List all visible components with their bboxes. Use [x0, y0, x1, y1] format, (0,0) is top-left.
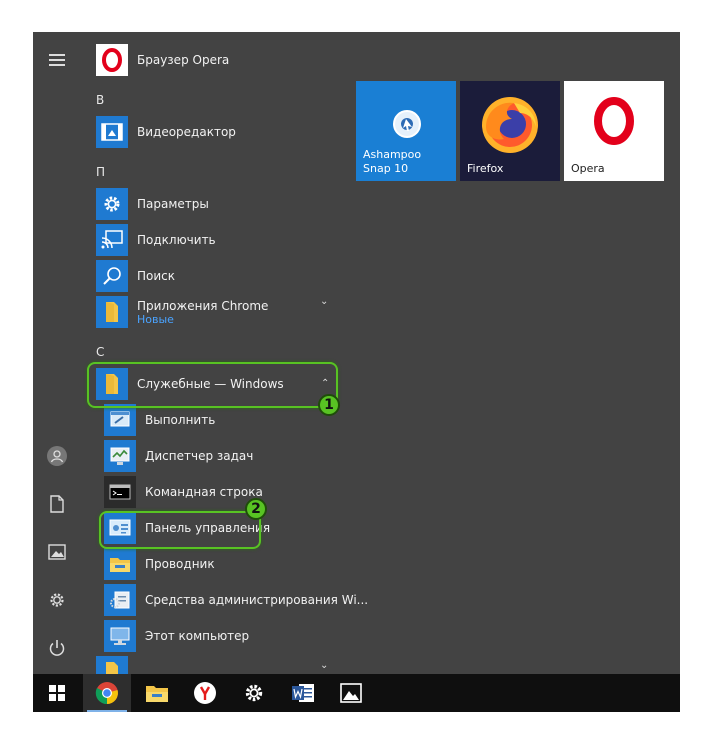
- start-button[interactable]: [33, 674, 81, 712]
- settings-rail-button[interactable]: [33, 576, 81, 624]
- taskbar-word[interactable]: [279, 674, 327, 712]
- taskbar-file-explorer[interactable]: [133, 674, 181, 712]
- tile-label: Firefox: [467, 162, 504, 175]
- app-label: Приложения Chrome: [137, 298, 269, 313]
- document-icon: [50, 495, 64, 513]
- app-item-video-editor[interactable]: Видеоредактор: [96, 114, 236, 150]
- tile-ashampoo[interactable]: Ashampoo Snap 10: [356, 81, 456, 181]
- app-label: Параметры: [137, 197, 209, 211]
- user-account-button[interactable]: [33, 432, 81, 480]
- app-item-connect[interactable]: Подключить: [96, 222, 216, 258]
- highlight-control-panel: [99, 511, 261, 549]
- step-badge-1: 1: [318, 394, 340, 416]
- power-icon: [49, 640, 65, 656]
- start-menu: Браузер Opera В Видеоредактор П Параметр…: [33, 32, 680, 712]
- app-item-settings[interactable]: Параметры: [96, 186, 209, 222]
- video-editor-icon: [96, 116, 128, 148]
- app-label: Диспетчер задач: [145, 449, 254, 463]
- command-prompt-icon: [104, 476, 136, 508]
- letter-header-v[interactable]: В: [96, 93, 104, 107]
- app-new-badge: Новые: [137, 312, 174, 326]
- letter-header-p[interactable]: П: [96, 165, 105, 179]
- connect-display-icon: [96, 224, 128, 256]
- taskbar-photos[interactable]: [327, 674, 375, 712]
- chevron-down-icon[interactable]: ⌄: [320, 296, 328, 307]
- power-button[interactable]: [33, 624, 81, 672]
- step-badge-2: 2: [245, 498, 267, 520]
- app-label: Подключить: [137, 233, 216, 247]
- taskbar: [33, 674, 680, 712]
- photos-icon: [340, 683, 362, 703]
- folder-icon: [146, 686, 168, 702]
- app-label: Проводник: [145, 557, 215, 571]
- hamburger-icon: [49, 54, 65, 66]
- app-item-cmd[interactable]: Командная строка: [104, 474, 263, 510]
- admin-tools-icon: [104, 584, 136, 616]
- tile-label: Opera: [571, 162, 605, 175]
- taskbar-chrome[interactable]: [83, 674, 131, 712]
- yandex-browser-icon: [194, 682, 216, 704]
- tile-opera[interactable]: Opera: [564, 81, 664, 181]
- gear-icon: [245, 684, 263, 702]
- computer-icon: [104, 620, 136, 652]
- settings-gear-icon: [96, 188, 128, 220]
- tile-firefox[interactable]: Firefox: [460, 81, 560, 181]
- chrome-icon: [95, 682, 118, 705]
- app-label: Поиск: [137, 269, 176, 283]
- run-icon: [104, 404, 136, 436]
- app-label: Выполнить: [145, 413, 216, 427]
- highlight-windows-system: [87, 362, 338, 408]
- app-item-chrome-apps[interactable]: Приложения Chrome Новые: [96, 294, 268, 330]
- app-label: Командная строка: [145, 485, 263, 499]
- hamburger-button[interactable]: [33, 36, 81, 84]
- windows-logo-icon: [49, 685, 65, 701]
- app-item-explorer[interactable]: Проводник: [104, 546, 215, 582]
- opera-icon: [594, 97, 634, 145]
- app-label: Видеоредактор: [137, 125, 236, 139]
- letter-header-s[interactable]: С: [96, 345, 104, 359]
- file-explorer-icon: [104, 548, 136, 580]
- app-item-task-manager[interactable]: Диспетчер задач: [104, 438, 253, 474]
- pictures-button[interactable]: [33, 528, 81, 576]
- documents-button[interactable]: [33, 480, 81, 528]
- firefox-icon: [482, 97, 538, 153]
- search-icon: [96, 260, 128, 292]
- taskbar-settings[interactable]: [230, 674, 278, 712]
- tile-label: Ashampoo Snap 10: [363, 148, 422, 175]
- picture-icon: [48, 544, 66, 560]
- ashampoo-snap-icon: [393, 110, 421, 138]
- app-label: Средства администрирования Wi...: [145, 593, 369, 607]
- user-avatar-icon: [47, 446, 67, 466]
- app-label: Этот компьютер: [145, 629, 250, 643]
- app-label: Браузер Opera: [137, 53, 230, 67]
- opera-icon: [96, 44, 128, 76]
- word-icon: [292, 684, 314, 702]
- app-item-this-pc[interactable]: Этот компьютер: [104, 618, 249, 654]
- chevron-down-icon[interactable]: ⌄: [320, 660, 328, 671]
- app-item-opera[interactable]: Браузер Opera: [96, 42, 229, 78]
- task-manager-icon: [104, 440, 136, 472]
- taskbar-yandex[interactable]: [181, 674, 229, 712]
- app-item-search[interactable]: Поиск: [96, 258, 175, 294]
- gear-icon: [50, 593, 64, 607]
- app-item-admin-tools[interactable]: Средства администрирования Wi...: [104, 582, 368, 618]
- folder-icon: [96, 296, 128, 328]
